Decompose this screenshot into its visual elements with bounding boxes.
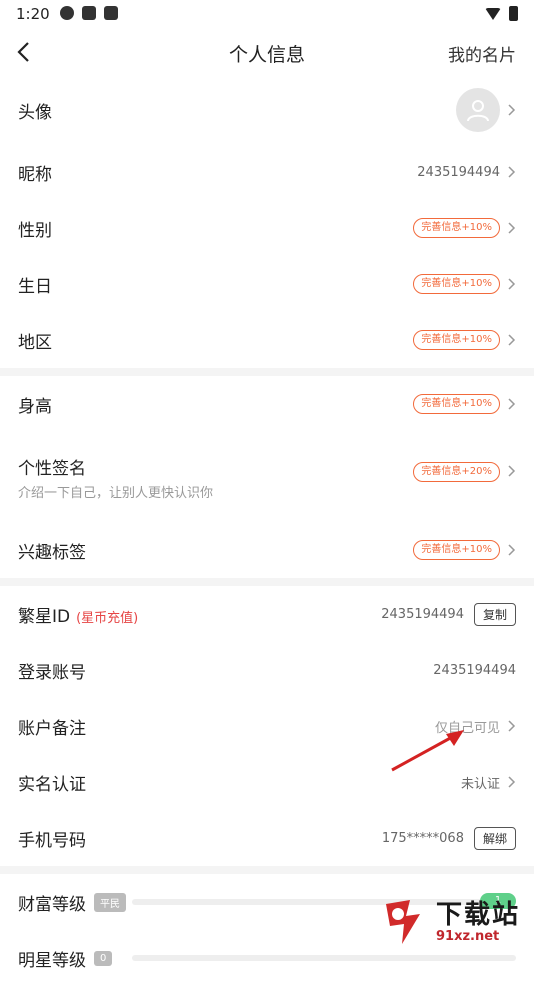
row-login-account: 登录账号 2435194494 [0, 642, 534, 698]
row-label: 性别 [18, 220, 52, 241]
nav-bar: 个人信息 我的名片 [0, 28, 534, 76]
chevron-right-icon [508, 334, 516, 346]
section-profile: 身高 完善信息+10% 个性签名 完善信息+20% 介绍一下自己，让别人更快认识… [0, 376, 534, 578]
section-account: 繁星ID (星币充值) 2435194494 复制 登录账号 2435194494… [0, 586, 534, 866]
row-label: 财富等级 [18, 894, 86, 915]
site-logo-icon [386, 900, 420, 944]
row-birthday[interactable]: 生日 完善信息+10% [0, 256, 534, 312]
row-signature[interactable]: 个性签名 完善信息+20% 介绍一下自己，让别人更快认识你 [0, 432, 534, 522]
complete-info-badge: 完善信息+10% [413, 274, 500, 294]
notification-icon [82, 6, 96, 20]
my-card-link[interactable]: 我的名片 [448, 41, 516, 66]
star-id-value: 2435194494 [381, 606, 464, 622]
row-label: 地区 [18, 332, 52, 353]
nickname-value: 2435194494 [417, 164, 500, 180]
complete-info-badge: 完善信息+10% [413, 394, 500, 414]
row-height[interactable]: 身高 完善信息+10% [0, 376, 534, 432]
row-label: 身高 [18, 396, 52, 417]
row-interest-tags[interactable]: 兴趣标签 完善信息+10% [0, 522, 534, 578]
recharge-link[interactable]: (星币充值) [76, 611, 138, 626]
annotation-arrow-icon [391, 730, 464, 772]
status-bar: 1:20 [0, 0, 534, 28]
chevron-right-icon [508, 544, 516, 556]
section-divider [0, 368, 534, 376]
chevron-right-icon [508, 465, 516, 477]
app-icon [60, 6, 74, 20]
row-star-id: 繁星ID (星币充值) 2435194494 复制 [0, 586, 534, 642]
watermark-text: 下载站 91xz.net [436, 901, 520, 944]
copy-button[interactable]: 复制 [473, 602, 516, 626]
user-icon [467, 100, 489, 122]
cleaner-icon [104, 6, 118, 20]
chevron-right-icon [508, 222, 516, 234]
row-label: 生日 [18, 276, 52, 297]
star-level-tag: 0 [94, 950, 113, 966]
battery-icon [509, 6, 518, 21]
row-label: 兴趣标签 [18, 542, 86, 563]
watermark-big: 下载站 [436, 899, 521, 930]
complete-info-badge: 完善信息+20% [413, 462, 500, 482]
complete-info-badge: 完善信息+10% [413, 330, 500, 350]
row-label: 个性签名 [18, 459, 86, 479]
section-divider [0, 578, 534, 586]
row-label: 明星等级 [18, 950, 86, 971]
chevron-right-icon [508, 104, 516, 116]
row-nickname[interactable]: 昵称 2435194494 [0, 144, 534, 200]
complete-info-badge: 完善信息+10% [413, 540, 500, 560]
unbind-button[interactable]: 解绑 [473, 826, 516, 850]
wealth-level-tag: 平民 [94, 892, 126, 912]
phone-value: 175*****068 [381, 830, 464, 846]
login-account-value: 2435194494 [433, 662, 516, 678]
row-label: 头像 [18, 102, 52, 123]
section-basic-info: 头像 昵称 2435194494 性别 完善信息+10% 生日 完善信息+10%… [0, 76, 534, 368]
row-label: 账户备注 [18, 718, 86, 739]
row-gender[interactable]: 性别 完善信息+10% [0, 200, 534, 256]
real-name-value: 未认证 [460, 776, 500, 792]
avatar[interactable] [456, 88, 500, 132]
signature-hint: 介绍一下自己，让别人更快认识你 [18, 486, 214, 501]
status-icons [60, 6, 118, 20]
row-label: 繁星ID (星币充值) [18, 602, 381, 627]
row-label: 昵称 [18, 164, 52, 185]
wifi-icon [485, 7, 501, 20]
star-id-label: 繁星ID [18, 606, 71, 627]
row-region[interactable]: 地区 完善信息+10% [0, 312, 534, 368]
chevron-right-icon [508, 720, 516, 732]
row-avatar[interactable]: 头像 [0, 76, 534, 144]
chevron-right-icon [508, 166, 516, 178]
chevron-right-icon [508, 776, 516, 788]
watermark: 下载站 91xz.net [380, 894, 530, 950]
status-right [485, 6, 518, 21]
row-label: 登录账号 [18, 662, 86, 683]
status-time: 1:20 [16, 5, 50, 23]
chevron-right-icon [508, 398, 516, 410]
watermark-small: 91xz.net [436, 928, 500, 944]
section-divider [0, 866, 534, 874]
star-progress [132, 955, 516, 961]
row-label: 手机号码 [18, 830, 86, 851]
row-phone: 手机号码 175*****068 解绑 [0, 810, 534, 866]
chevron-right-icon [508, 278, 516, 290]
complete-info-badge: 完善信息+10% [413, 218, 500, 238]
